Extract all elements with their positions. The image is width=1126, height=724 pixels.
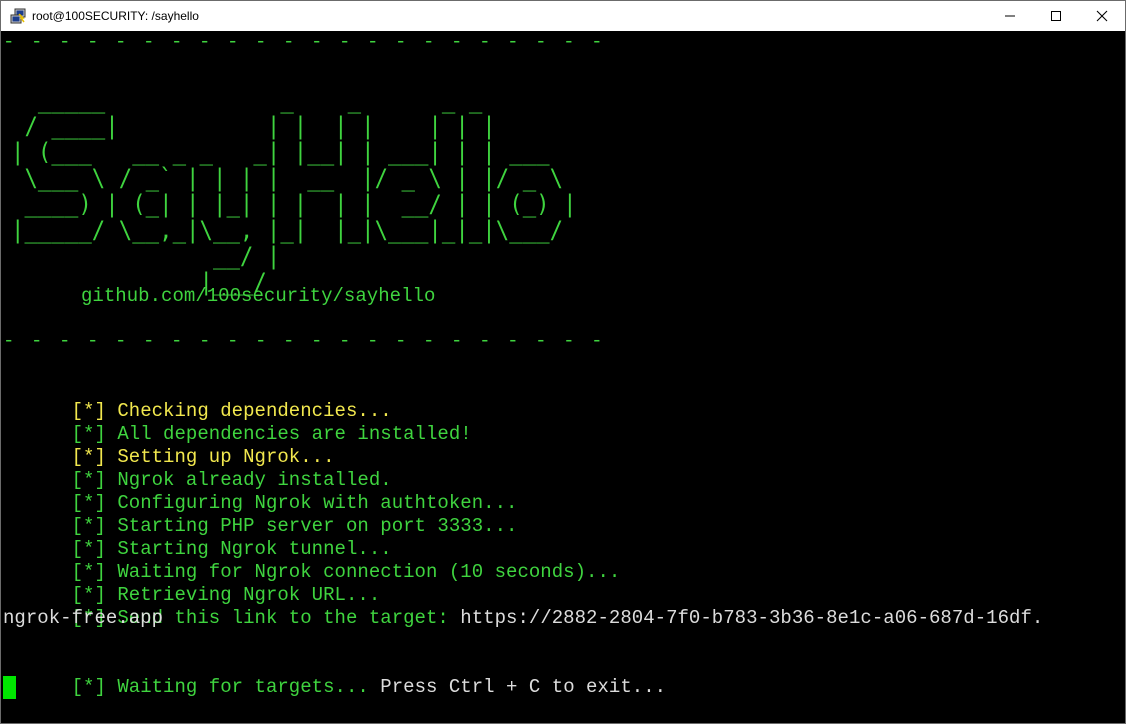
window-title: root@100SECURITY: /sayhello (32, 9, 199, 23)
ngrok-url[interactable]: https://2882-2804-7f0-b783-3b36-8e1c-a06… (460, 607, 1043, 629)
log-line-waiting: [*] Waiting for targets... Press Ctrl + … (3, 653, 666, 698)
log-line: [*] Retrieving Ngrok URL... (3, 561, 381, 606)
log-line: [*] All dependencies are installed! (3, 400, 472, 445)
text-cursor (3, 676, 16, 699)
log-line: [*] Configuring Ngrok with authtoken... (3, 469, 518, 514)
waiting-label: Waiting for targets... (117, 676, 369, 698)
terminal-window: root@100SECURITY: /sayhello - - - - - - … (0, 0, 1126, 724)
minimize-button[interactable] (987, 1, 1033, 31)
log-line-send-link: [*] Send this link to the target: https:… (3, 584, 1044, 629)
log-line: [*] Starting PHP server on port 3333... (3, 492, 518, 537)
title-bar[interactable]: root@100SECURITY: /sayhello (1, 1, 1125, 31)
log-line: [*] Checking dependencies... (3, 377, 392, 422)
ngrok-url-continued[interactable]: ngrok-free.app (3, 607, 163, 630)
send-link-label: Send this link to the target: (117, 607, 449, 629)
maximize-icon (1051, 11, 1061, 21)
minimize-icon (1005, 15, 1015, 17)
log-line: [*] Ngrok already installed. (3, 446, 392, 491)
log-prefix: [*] (71, 676, 106, 698)
separator-bottom: - - - - - - - - - - - - - - - - - - - - … (3, 330, 606, 352)
log-line: [*] Starting Ngrok tunnel... (3, 515, 392, 560)
close-button[interactable] (1079, 1, 1125, 31)
log-line: [*] Setting up Ngrok... (3, 423, 335, 468)
close-icon (1096, 10, 1108, 22)
maximize-button[interactable] (1033, 1, 1079, 31)
terminal-output[interactable]: - - - - - - - - - - - - - - - - - - - - … (1, 31, 1125, 723)
sayhello-ascii-banner: _____ _ _ _ _ / ____| | | | | | | | | (_… (11, 86, 577, 296)
putty-icon (10, 8, 26, 24)
github-link: github.com/100security/sayhello (81, 285, 436, 307)
separator-top: - - - - - - - - - - - - - - - - - - - - … (3, 31, 606, 53)
log-line: [*] Waiting for Ngrok connection (10 sec… (3, 538, 621, 583)
exit-hint: Press Ctrl + C to exit... (380, 676, 667, 698)
